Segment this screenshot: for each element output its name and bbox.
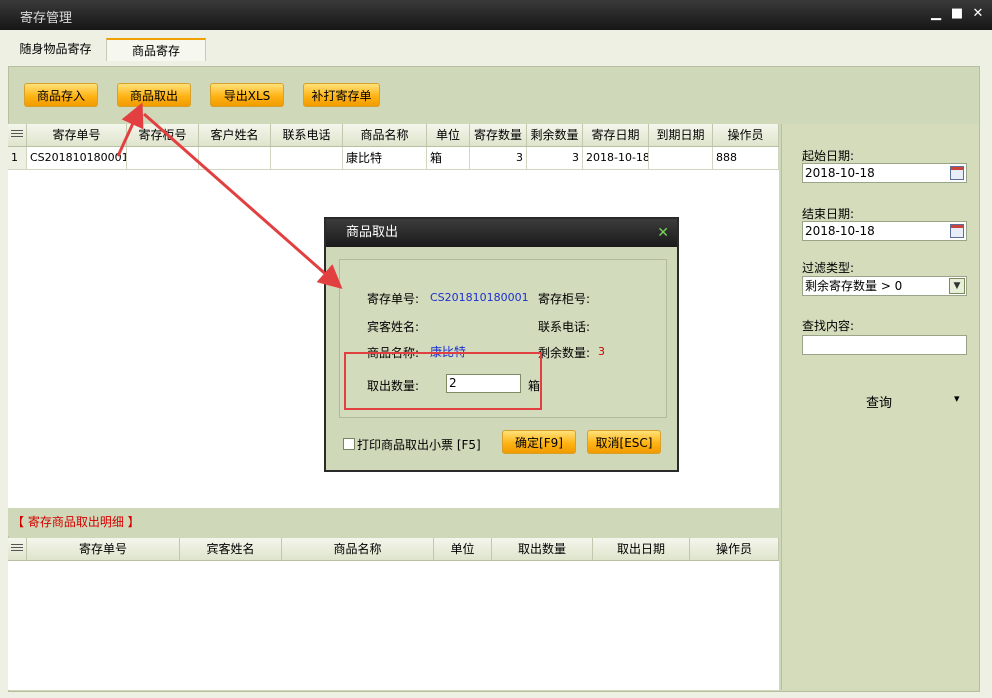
arrow-down-icon: [143, 112, 343, 289]
arrow-up-icon: [116, 102, 144, 157]
annotation-arrows: [116, 102, 343, 289]
main-window: 寄存管理 ▁ ■ ✕ 随身物品寄存 商品寄存 商品存入 商品取出 导出XLS 补…: [0, 0, 992, 698]
